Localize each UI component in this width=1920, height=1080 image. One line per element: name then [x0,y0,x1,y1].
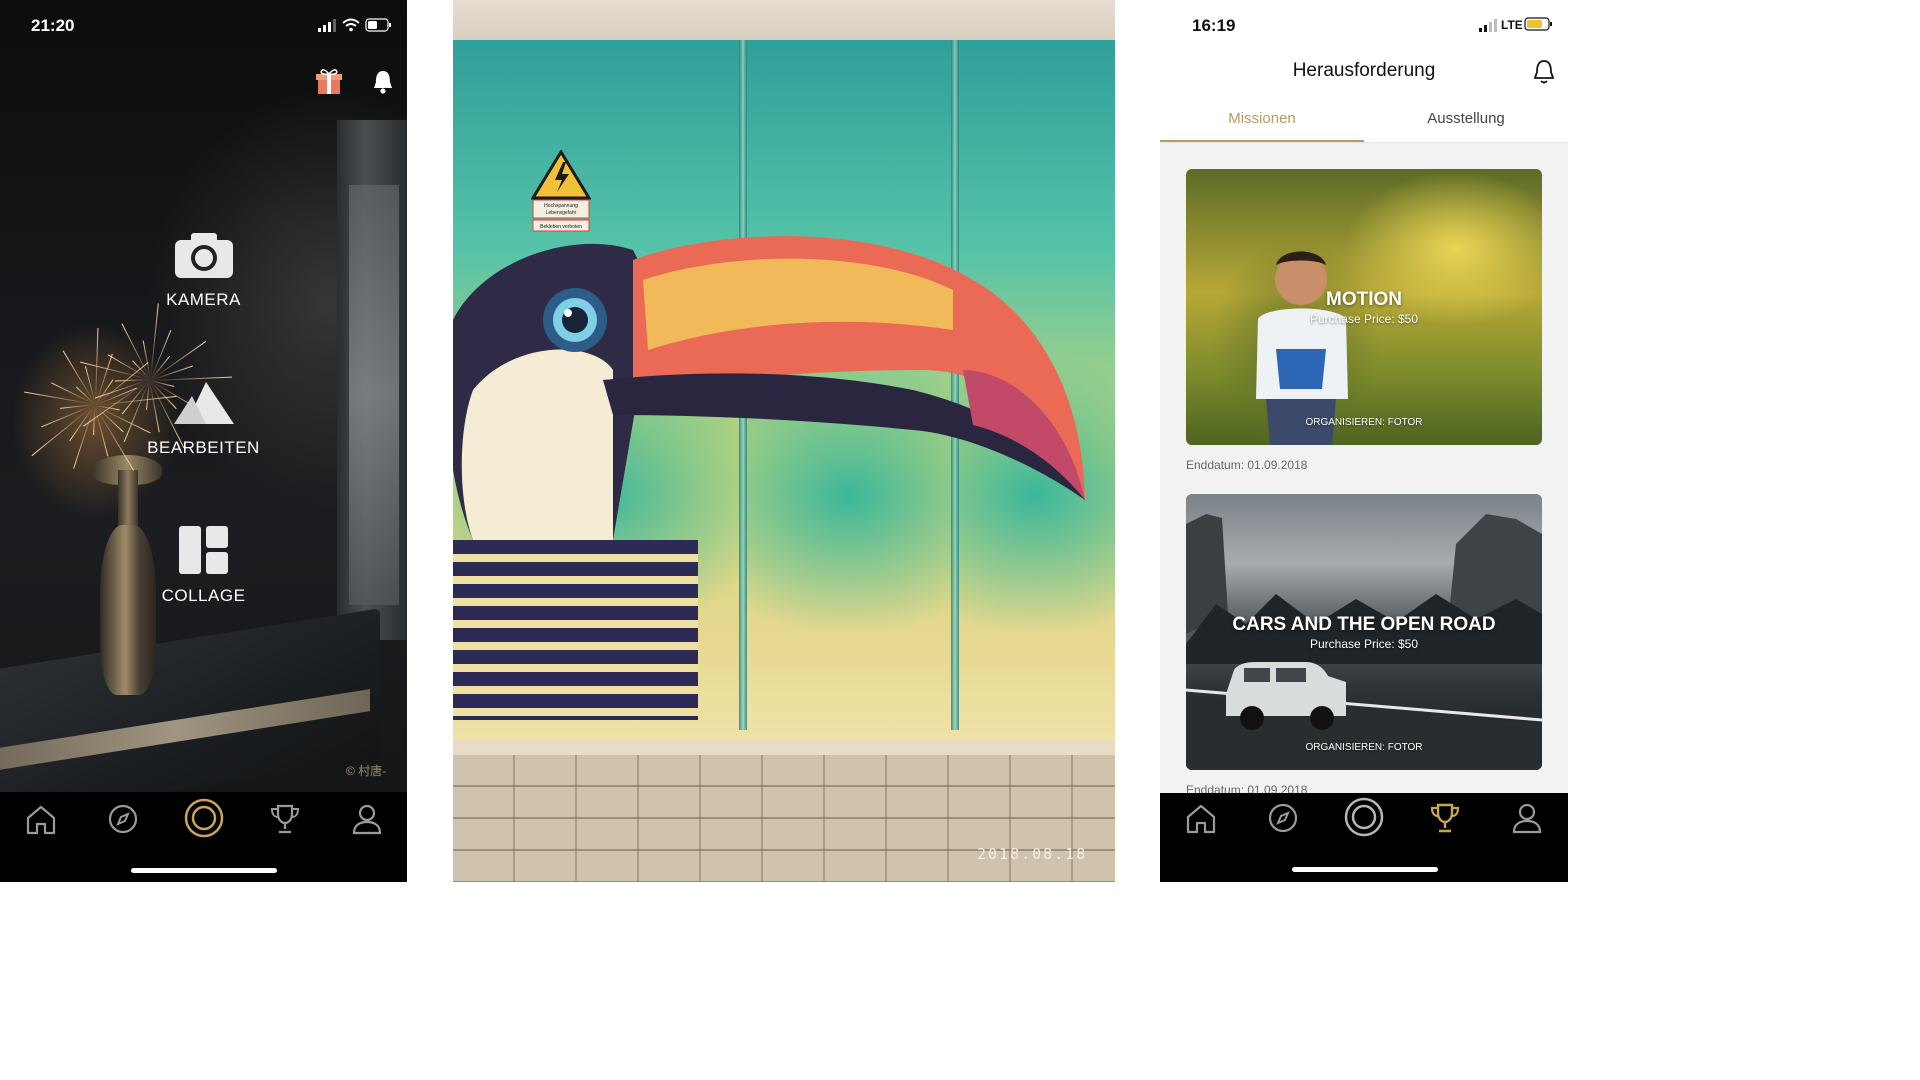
camera-home-screen: 21:20 KAMERA BEARBEITEN COLLAGE © 村唐- [0,0,407,882]
signal-icon [1479,19,1497,32]
status-time: 16:19 [1192,16,1236,35]
mission-card-cars[interactable]: CARS AND THE OPEN ROAD Purchase Price: $… [1186,494,1542,770]
card-price: Purchase Price: $50 [1309,637,1419,651]
edit-button[interactable]: BEARBEITEN [0,378,407,458]
camera-icon [174,233,233,278]
card-title: MOTION [1326,289,1402,310]
mountain-edit-icon [173,382,234,424]
battery-icon [365,18,391,32]
tab-missions[interactable]: Missionen [1160,110,1364,127]
wall-top [453,0,1115,40]
photo-date-stamp: 2018.08.18 [977,845,1088,863]
camera-button[interactable]: KAMERA [0,230,407,310]
camera-label: KAMERA [166,290,241,309]
sign-line-1: Hochspannung [544,203,578,209]
trophy-icon[interactable] [1428,801,1462,835]
challenge-screen: 16:19 LTE Herausforderung Missionen Auss… [1160,0,1568,882]
home-indicator[interactable] [131,868,277,873]
mission-list: MOTION Purchase Price: $50 ORGANISIEREN:… [1160,143,1568,797]
page-title: Herausforderung [1292,60,1436,81]
vent-louvre [453,540,698,720]
edited-photo: Hochspannung Lebensgefahr Bekleben verbo… [453,0,1115,882]
bell-icon[interactable] [1532,58,1556,86]
wifi-icon [342,18,360,27]
status-icons [318,18,391,32]
tab-bar [1160,793,1568,882]
card-price: Purchase Price: $50 [1309,312,1419,326]
high-voltage-sign: Hochspannung Lebensgefahr Bekleben verbo… [531,150,591,232]
sign-line-3: Bekleben verboten [540,224,582,230]
collage-label: COLLAGE [161,586,246,605]
photo-credit: © 村唐- [346,764,387,778]
mission-card-motion[interactable]: MOTION Purchase Price: $50 ORGANISIEREN:… [1186,169,1542,445]
running-child-photo [1256,251,1348,445]
tab-bar [0,792,407,882]
tab-exhibition[interactable]: Ausstellung [1364,110,1568,127]
card-end-date: Enddatum: 01.09.2018 [1186,458,1308,472]
profile-icon[interactable] [1510,801,1544,835]
trophy-icon[interactable] [268,802,302,836]
vase-neck [118,470,138,530]
network-type: LTE [1501,18,1523,32]
status-time: 21:20 [31,16,75,35]
bell-icon[interactable] [372,69,394,95]
edit-label: BEARBEITEN [147,438,260,457]
profile-icon[interactable] [350,802,384,836]
collage-button[interactable]: COLLAGE [0,524,407,606]
home-icon[interactable] [24,804,58,836]
gift-icon[interactable] [316,68,342,96]
signal-icon [318,19,336,32]
card-title: CARS AND THE OPEN ROAD [1232,614,1496,635]
compass-icon[interactable] [1266,801,1300,835]
compass-icon[interactable] [106,802,140,836]
card-organizer: ORGANISIEREN: FOTOR [1305,742,1423,753]
toucan-graffiti [453,236,1085,540]
collage-grid-icon [178,526,228,574]
sign-line-2: Lebensgefahr [546,210,577,216]
shutter-icon[interactable] [183,797,225,839]
card-organizer: ORGANISIEREN: FOTOR [1305,417,1423,428]
home-indicator[interactable] [1292,867,1438,872]
shutter-icon[interactable] [1343,796,1385,838]
battery-icon [1524,17,1552,31]
home-icon[interactable] [1184,803,1218,835]
